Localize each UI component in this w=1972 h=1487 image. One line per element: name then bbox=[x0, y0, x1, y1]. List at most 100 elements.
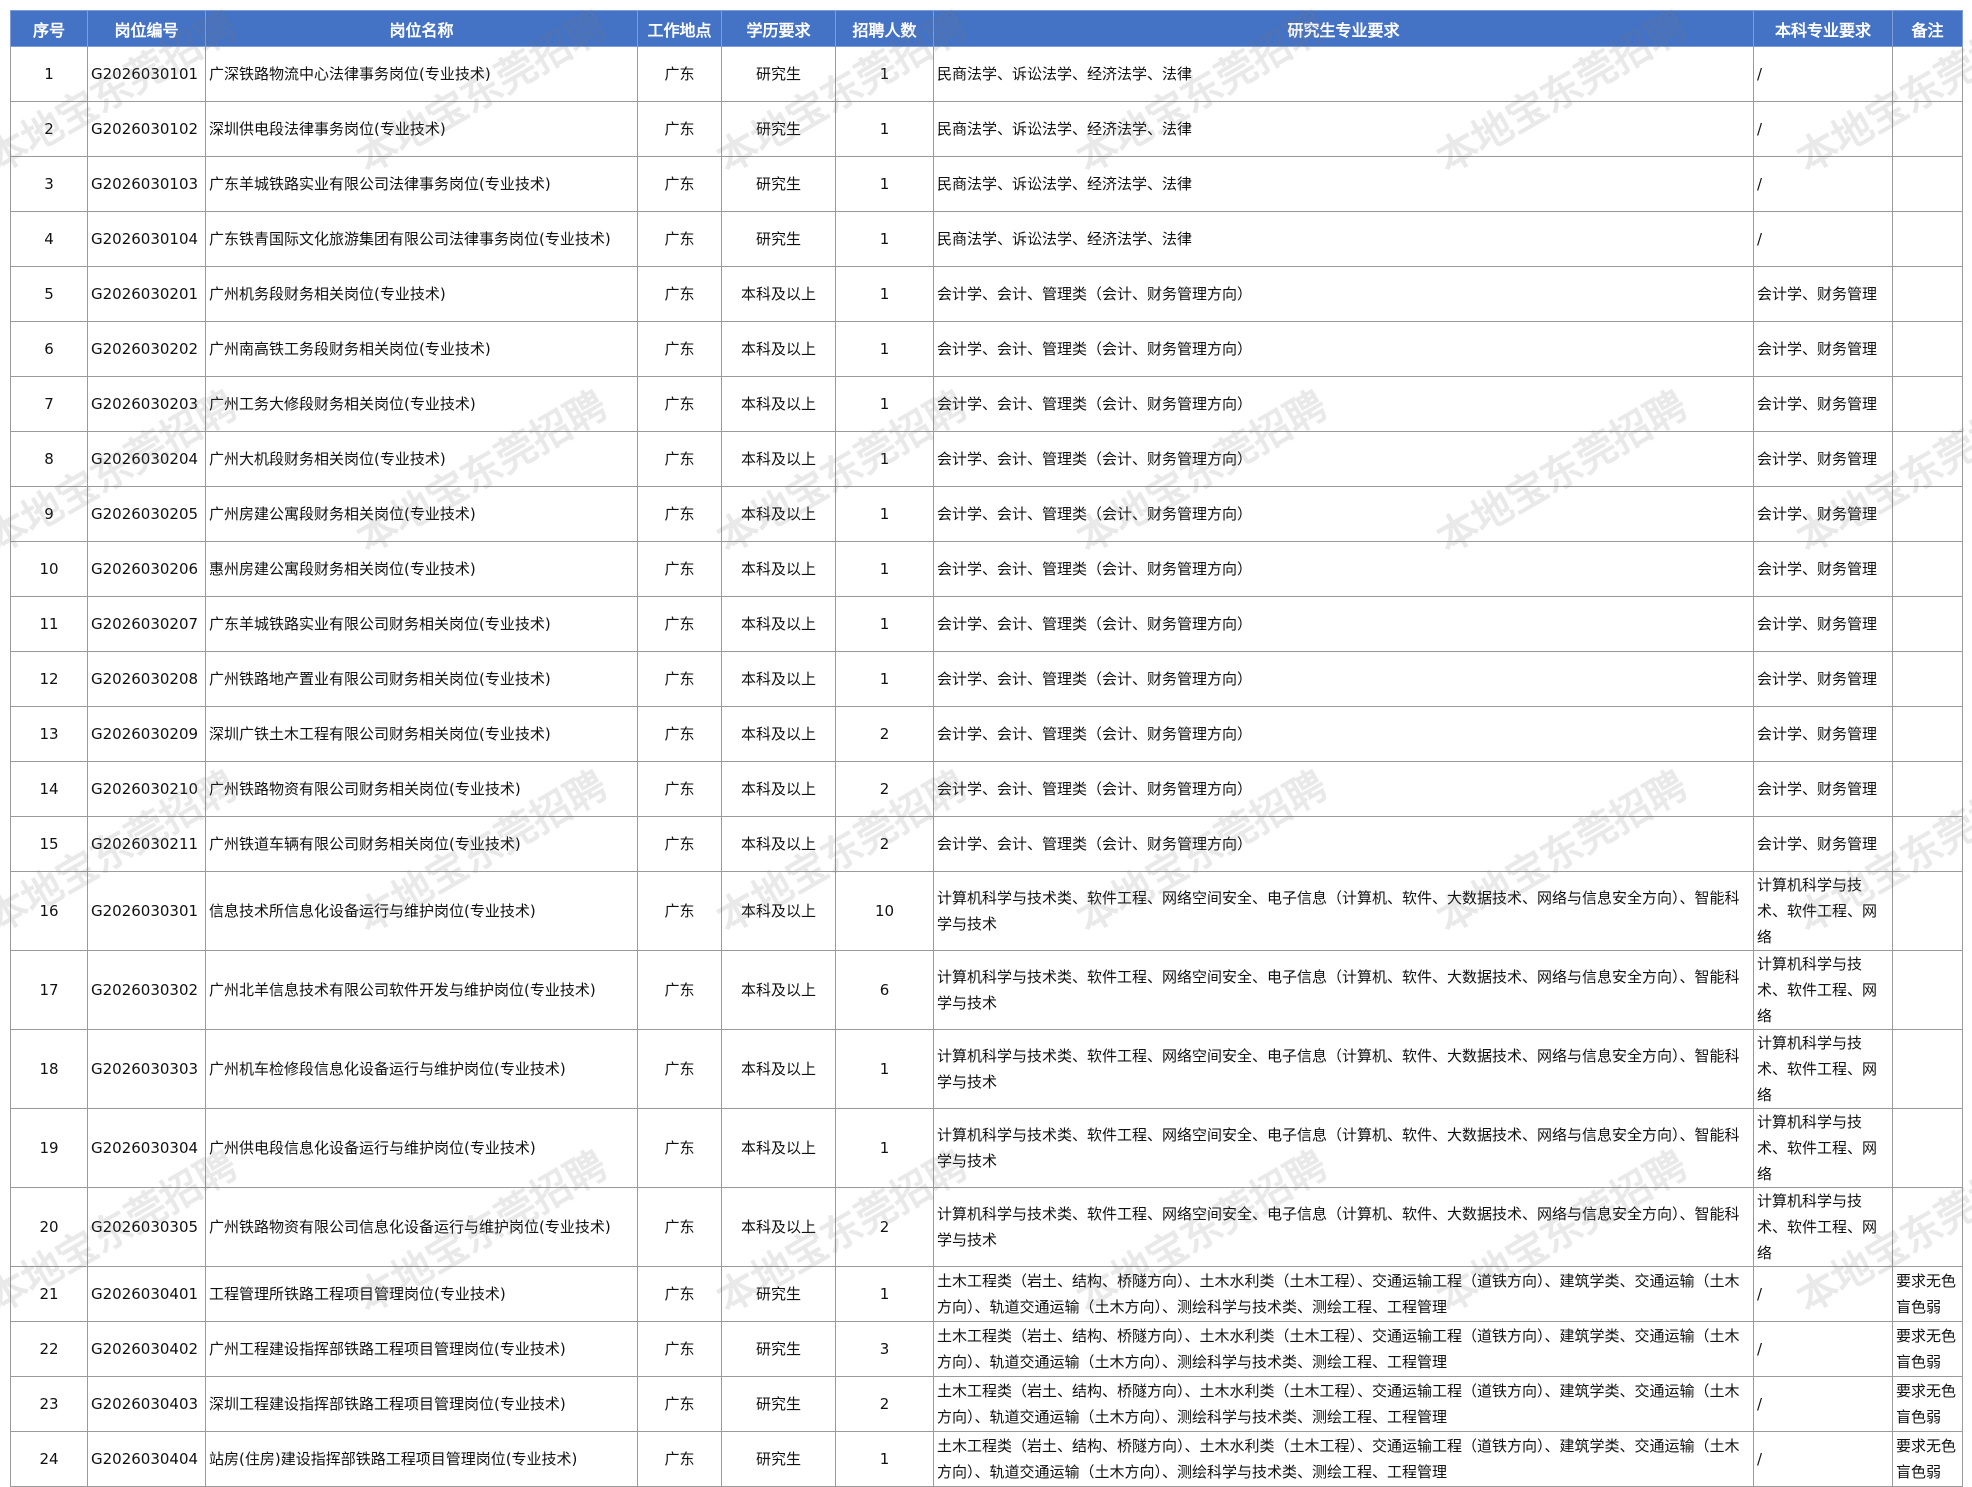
cell-index: 11 bbox=[10, 596, 88, 652]
cell-position-code: G2026030101 bbox=[87, 46, 206, 102]
cell-remarks bbox=[1892, 376, 1963, 432]
table-row: 22 G2026030402 广州工程建设指挥部铁路工程项目管理岗位(专业技术) 广东… bbox=[10, 1321, 1963, 1377]
cell-index: 2 bbox=[10, 101, 88, 157]
cell-position-name: 广州工程建设指挥部铁路工程项目管理岗位(专业技术) bbox=[205, 1321, 638, 1377]
table-row: 21 G2026030401 工程管理所铁路工程项目管理岗位(专业技术) 广东 研究生 1… bbox=[10, 1266, 1963, 1322]
cell-position-name: 广州房建公寓段财务相关岗位(专业技术) bbox=[205, 486, 638, 542]
cell-headcount: 1 bbox=[835, 46, 934, 102]
cell-headcount: 1 bbox=[835, 431, 934, 487]
cell-undergrad-major: 会计学、财务管理 bbox=[1753, 376, 1893, 432]
cell-position-code: G2026030303 bbox=[87, 1029, 206, 1109]
cell-graduate-major: 计算机科学与技术类、软件工程、网络空间安全、电子信息（计算机、软件、大数据技术、… bbox=[933, 1187, 1754, 1267]
cell-position-code: G2026030401 bbox=[87, 1266, 206, 1322]
cell-graduate-major: 会计学、会计、管理类（会计、财务管理方向） bbox=[933, 706, 1754, 762]
table-row: 11 G2026030207 广东羊城铁路实业有限公司财务相关岗位(专业技术) 广东本… bbox=[10, 596, 1963, 652]
cell-remarks bbox=[1892, 101, 1963, 157]
cell-index: 6 bbox=[10, 321, 88, 377]
table-row: 16 G2026030301 信息技术所信息化设备运行与维护岗位(专业技术) 广东 本科… bbox=[10, 871, 1963, 951]
header-index: 序号 bbox=[10, 10, 88, 47]
cell-remarks bbox=[1892, 596, 1963, 652]
cell-headcount: 1 bbox=[835, 1029, 934, 1109]
cell-graduate-major: 计算机科学与技术类、软件工程、网络空间安全、电子信息（计算机、软件、大数据技术、… bbox=[933, 1108, 1754, 1188]
cell-work-location: 广东 bbox=[637, 1321, 722, 1377]
cell-position-name: 广州大机段财务相关岗位(专业技术) bbox=[205, 431, 638, 487]
cell-index: 22 bbox=[10, 1321, 88, 1377]
cell-index: 20 bbox=[10, 1187, 88, 1267]
cell-education: 本科及以上 bbox=[721, 376, 836, 432]
cell-education: 本科及以上 bbox=[721, 816, 836, 872]
cell-graduate-major: 会计学、会计、管理类（会计、财务管理方向） bbox=[933, 266, 1754, 322]
cell-index: 9 bbox=[10, 486, 88, 542]
cell-education: 本科及以上 bbox=[721, 1108, 836, 1188]
cell-work-location: 广东 bbox=[637, 950, 722, 1030]
cell-education: 研究生 bbox=[721, 46, 836, 102]
cell-index: 7 bbox=[10, 376, 88, 432]
cell-position-name: 深圳供电段法律事务岗位(专业技术) bbox=[205, 101, 638, 157]
header-education: 学历要求 bbox=[721, 10, 836, 47]
cell-position-code: G2026030210 bbox=[87, 761, 206, 817]
cell-remarks: 要求无色盲色弱 bbox=[1892, 1376, 1963, 1432]
cell-education: 本科及以上 bbox=[721, 706, 836, 762]
header-undergrad-major: 本科专业要求 bbox=[1753, 10, 1893, 47]
cell-remarks bbox=[1892, 761, 1963, 817]
cell-position-name: 广州北羊信息技术有限公司软件开发与维护岗位(专业技术) bbox=[205, 950, 638, 1030]
cell-headcount: 1 bbox=[835, 266, 934, 322]
cell-graduate-major: 民商法学、诉讼法学、经济法学、法律 bbox=[933, 46, 1754, 102]
cell-education: 研究生 bbox=[721, 101, 836, 157]
table-body: 1 G2026030101 广深铁路物流中心法律事务岗位(专业技术) 广东 研究生 1 民商… bbox=[10, 46, 1963, 1487]
cell-index: 19 bbox=[10, 1108, 88, 1188]
cell-position-code: G2026030206 bbox=[87, 541, 206, 597]
job-table-sheet: 序号 岗位编号 岗位名称 工作地点 学历要求 招聘人数 研究生专业要求 本科专业… bbox=[10, 10, 1963, 1487]
cell-work-location: 广东 bbox=[637, 321, 722, 377]
cell-education: 研究生 bbox=[721, 1266, 836, 1322]
cell-position-code: G2026030207 bbox=[87, 596, 206, 652]
cell-education: 本科及以上 bbox=[721, 596, 836, 652]
cell-position-name: 广州工务大修段财务相关岗位(专业技术) bbox=[205, 376, 638, 432]
cell-headcount: 1 bbox=[835, 1431, 934, 1487]
cell-undergrad-major: 会计学、财务管理 bbox=[1753, 651, 1893, 707]
cell-graduate-major: 计算机科学与技术类、软件工程、网络空间安全、电子信息（计算机、软件、大数据技术、… bbox=[933, 1029, 1754, 1109]
cell-work-location: 广东 bbox=[637, 156, 722, 212]
cell-index: 18 bbox=[10, 1029, 88, 1109]
cell-education: 本科及以上 bbox=[721, 761, 836, 817]
cell-position-name: 深圳工程建设指挥部铁路工程项目管理岗位(专业技术) bbox=[205, 1376, 638, 1432]
cell-position-code: G2026030205 bbox=[87, 486, 206, 542]
cell-position-name: 广州南高铁工务段财务相关岗位(专业技术) bbox=[205, 321, 638, 377]
cell-index: 10 bbox=[10, 541, 88, 597]
cell-undergrad-major: 会计学、财务管理 bbox=[1753, 596, 1893, 652]
cell-headcount: 1 bbox=[835, 1266, 934, 1322]
table-row: 13 G2026030209 深圳广铁土木工程有限公司财务相关岗位(专业技术) 广东本… bbox=[10, 706, 1963, 762]
cell-position-code: G2026030203 bbox=[87, 376, 206, 432]
cell-position-code: G2026030209 bbox=[87, 706, 206, 762]
table-row: 6 G2026030202 广州南高铁工务段财务相关岗位(专业技术) 广东 本科及以上 1… bbox=[10, 321, 1963, 377]
cell-headcount: 1 bbox=[835, 156, 934, 212]
table-row: 19 G2026030304 广州供电段信息化设备运行与维护岗位(专业技术) 广东 本科… bbox=[10, 1108, 1963, 1188]
cell-headcount: 10 bbox=[835, 871, 934, 951]
cell-work-location: 广东 bbox=[637, 266, 722, 322]
table-row: 7 G2026030203 广州工务大修段财务相关岗位(专业技术) 广东 本科及以上 1 会… bbox=[10, 376, 1963, 432]
cell-graduate-major: 会计学、会计、管理类（会计、财务管理方向） bbox=[933, 541, 1754, 597]
cell-work-location: 广东 bbox=[637, 211, 722, 267]
cell-position-name: 广州铁路物资有限公司信息化设备运行与维护岗位(专业技术) bbox=[205, 1187, 638, 1267]
cell-graduate-major: 民商法学、诉讼法学、经济法学、法律 bbox=[933, 101, 1754, 157]
cell-headcount: 1 bbox=[835, 486, 934, 542]
table-row: 15 G2026030211 广州铁道车辆有限公司财务相关岗位(专业技术) 广东 本科及… bbox=[10, 816, 1963, 872]
cell-headcount: 2 bbox=[835, 706, 934, 762]
cell-remarks bbox=[1892, 1187, 1963, 1267]
cell-education: 本科及以上 bbox=[721, 541, 836, 597]
cell-education: 本科及以上 bbox=[721, 486, 836, 542]
cell-position-code: G2026030402 bbox=[87, 1321, 206, 1377]
cell-headcount: 1 bbox=[835, 1108, 934, 1188]
table-row: 2 G2026030102 深圳供电段法律事务岗位(专业技术) 广东 研究生 1 民商法学、… bbox=[10, 101, 1963, 157]
table-row: 10 G2026030206 惠州房建公寓段财务相关岗位(专业技术) 广东 本科及以上 1… bbox=[10, 541, 1963, 597]
cell-index: 12 bbox=[10, 651, 88, 707]
cell-index: 21 bbox=[10, 1266, 88, 1322]
cell-position-code: G2026030103 bbox=[87, 156, 206, 212]
table-row: 14 G2026030210 广州铁路物资有限公司财务相关岗位(专业技术) 广东 本科及… bbox=[10, 761, 1963, 817]
cell-index: 23 bbox=[10, 1376, 88, 1432]
cell-headcount: 2 bbox=[835, 761, 934, 817]
cell-graduate-major: 土木工程类（岩土、结构、桥隧方向）、土木水利类（土木工程）、交通运输工程（道铁方… bbox=[933, 1266, 1754, 1322]
cell-position-name: 深圳广铁土木工程有限公司财务相关岗位(专业技术) bbox=[205, 706, 638, 762]
cell-undergrad-major: / bbox=[1753, 46, 1893, 102]
table-row: 17 G2026030302 广州北羊信息技术有限公司软件开发与维护岗位(专业技术)… bbox=[10, 950, 1963, 1030]
